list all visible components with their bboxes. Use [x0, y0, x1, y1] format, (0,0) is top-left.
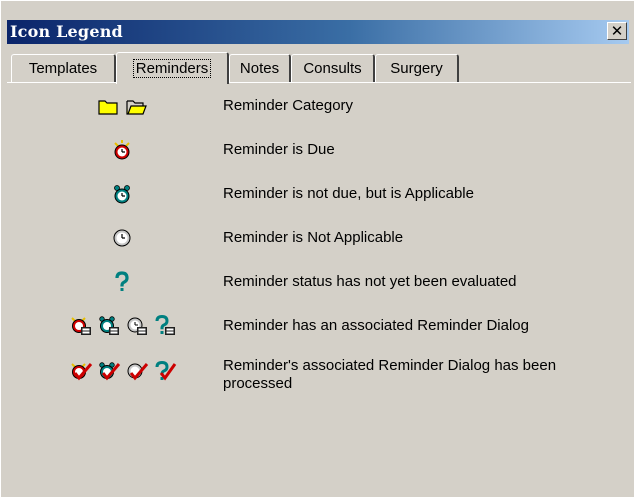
- tab-reminders[interactable]: Reminders: [116, 52, 229, 84]
- window-title: Icon Legend: [10, 22, 123, 41]
- not-applicable-dialog-icon: [125, 315, 147, 337]
- legend-label: Reminder status has not yet been evaluat…: [223, 273, 517, 290]
- ringing-red-alarm-clock-icon: [111, 139, 133, 161]
- legend-label: Reminder is Due: [223, 141, 335, 158]
- legend-icons: [37, 361, 207, 383]
- due-dialog-icon: [69, 315, 91, 337]
- unevaluated-dialog-icon: [153, 315, 175, 337]
- clock-icon: [111, 227, 133, 249]
- legend-panel: Reminder Category Reminder is Due Remind…: [7, 82, 631, 496]
- icon-legend-window: Icon Legend ✕ Templates Reminders Notes …: [0, 0, 634, 497]
- legend-icons: [37, 315, 207, 337]
- legend-label: Reminder is not due, but is Applicable: [223, 185, 474, 202]
- question-mark-icon: [111, 271, 133, 293]
- tab-label: Templates: [28, 60, 98, 77]
- legend-label: Reminder is Not Applicable: [223, 229, 404, 246]
- title-bar[interactable]: Icon Legend ✕: [7, 20, 629, 44]
- close-icon: ✕: [610, 21, 624, 40]
- applicable-dialog-icon: [97, 315, 119, 337]
- tab-label: Consults: [303, 60, 362, 77]
- tab-consults[interactable]: Consults: [291, 54, 375, 82]
- legend-label: Reminder Category: [223, 97, 354, 114]
- unevaluated-processed-icon: [153, 361, 177, 383]
- tab-label: Reminders: [132, 59, 212, 78]
- legend-icons: [37, 227, 207, 249]
- tab-notes[interactable]: Notes: [229, 54, 291, 82]
- tab-surgery[interactable]: Surgery: [375, 54, 459, 82]
- applicable-processed-icon: [97, 361, 121, 383]
- tab-label: Notes: [239, 60, 280, 77]
- teal-alarm-clock-icon: [111, 183, 133, 205]
- folder-open-icon: [125, 95, 147, 117]
- not-applicable-processed-icon: [125, 361, 149, 383]
- legend-label: Reminder's associated Reminder Dialog ha…: [223, 357, 557, 392]
- folder-closed-icon: [97, 95, 119, 117]
- tab-label: Surgery: [390, 60, 443, 77]
- legend-icons: [37, 139, 207, 161]
- legend-icons: [37, 95, 207, 117]
- due-processed-icon: [69, 361, 93, 383]
- legend-icons: [37, 183, 207, 205]
- legend-icons: [37, 271, 207, 293]
- legend-label: Reminder has an associated Reminder Dial…: [223, 317, 529, 334]
- close-button[interactable]: ✕: [607, 22, 627, 40]
- tab-strip: Templates Reminders Notes Consults Surge…: [11, 52, 631, 84]
- tab-templates[interactable]: Templates: [11, 54, 116, 82]
